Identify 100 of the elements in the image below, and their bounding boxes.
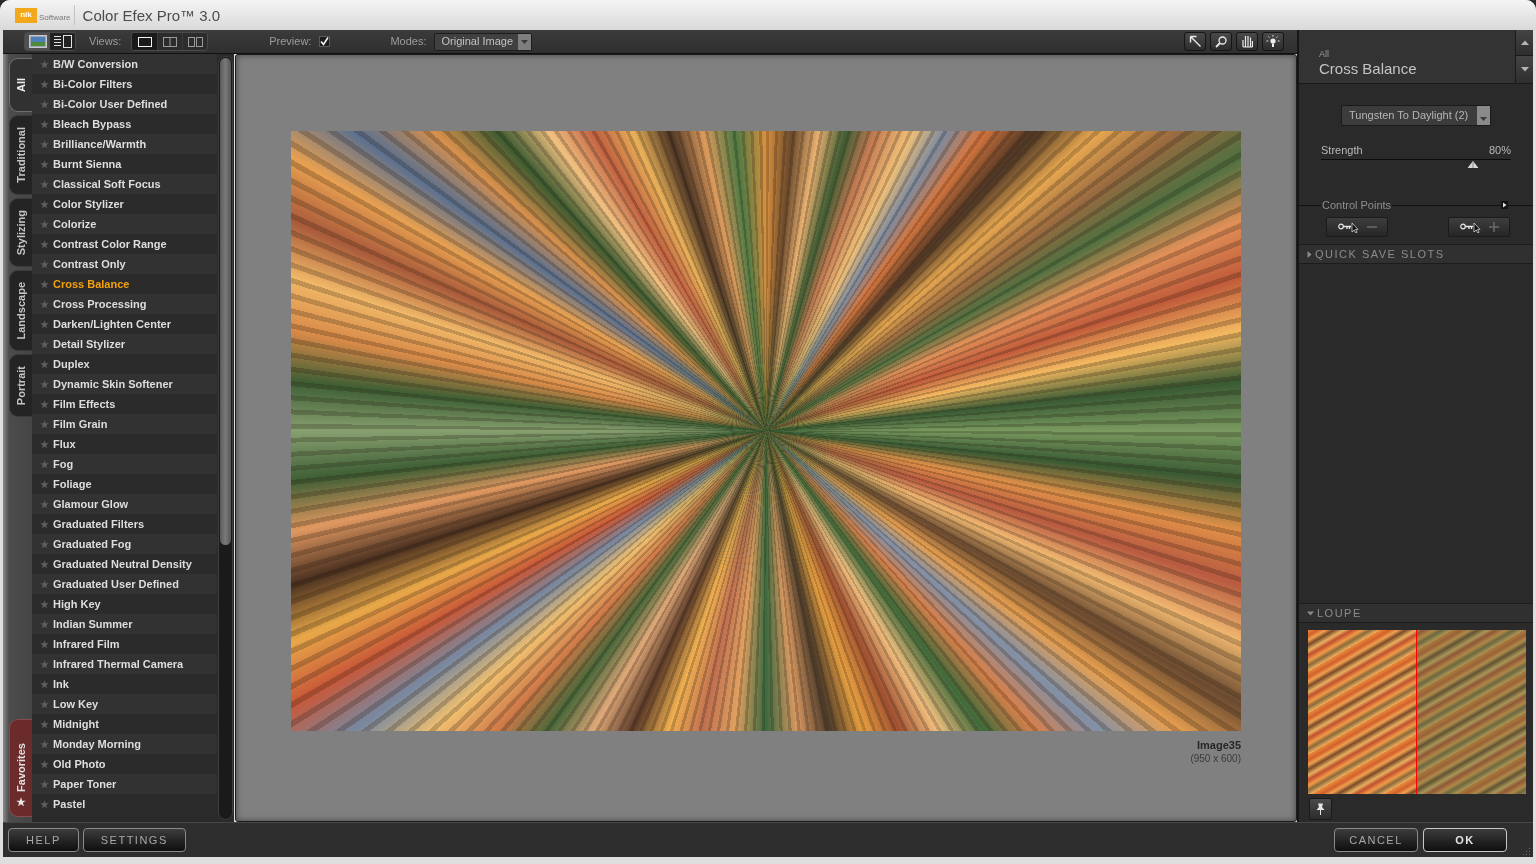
filter-list-item[interactable]: Detail Stylizer [32,334,217,354]
filter-list-item[interactable]: Glamour Glow [32,494,217,514]
logo-subtitle: Software [39,13,71,22]
side-by-side-view-button[interactable] [182,33,208,50]
filter-list-item[interactable]: Indian Summer [32,614,217,634]
star-icon [40,159,49,169]
footer-button[interactable]: CANCEL [1334,828,1418,852]
scrollbar-thumb[interactable] [220,58,231,545]
star-icon [40,599,49,609]
filter-list-item[interactable]: Cross Processing [32,294,217,314]
light-tool-button[interactable] [1262,32,1284,51]
slider-label: Strength [1321,144,1363,157]
scroll-up-button[interactable] [1516,30,1533,56]
light-bulb-icon [1266,35,1280,48]
filter-list-item[interactable]: Paper Toner [32,774,217,794]
pin-button[interactable] [1309,798,1332,820]
hand-tool-button[interactable] [1236,32,1258,51]
star-icon [40,379,49,389]
category-tab[interactable]: Landscape [9,269,32,352]
footer-button[interactable]: OK [1423,828,1507,852]
section-header[interactable]: QUICK SAVE SLOTS [1299,244,1533,264]
filter-list-item[interactable]: Contrast Only [32,254,217,274]
star-icon [40,299,49,309]
filter-list-item[interactable]: Bi-Color User Defined [32,94,217,114]
preview-label: Preview: [269,34,312,50]
category-tab[interactable]: Portrait [9,354,32,418]
zoom-tool-button[interactable] [1210,32,1232,51]
favorites-tab[interactable]: Favorites [9,719,32,817]
filter-list-item[interactable]: Colorize [32,214,217,234]
preview-checkbox[interactable] [319,36,331,47]
split-view-button[interactable] [157,33,183,50]
pointer-tool-button[interactable] [1184,32,1206,51]
filter-list-item[interactable]: Low Key [32,694,217,714]
window-title: Color Efex Pro™ 3.0 [82,7,221,23]
filter-category: All [1319,50,1330,59]
key-cursor-icon [1337,221,1360,233]
footer-button[interactable]: HELP [8,828,79,852]
footer-button[interactable]: SETTINGS [82,828,186,852]
remove-control-point-button[interactable] [1326,217,1388,237]
category-tab[interactable]: Traditional [9,115,32,195]
caret-down-icon [1520,67,1529,72]
caret-up-icon [1520,40,1529,45]
expand-arrow-icon[interactable] [1501,201,1508,209]
modes-dropdown[interactable]: Original Image [434,32,533,51]
filter-list-item[interactable]: B/W Conversion [32,54,217,74]
category-tab[interactable]: Stylizing [9,197,32,267]
star-icon [40,759,49,769]
star-icon [40,799,49,809]
list-icon [53,35,72,48]
filter-list-item[interactable]: Infrared Thermal Camera [32,654,217,674]
filter-list-item[interactable]: Brilliance/Warmth [32,134,217,154]
views-label: Views: [89,34,122,50]
star-icon [40,439,49,449]
star-icon [40,99,49,109]
star-icon [40,559,49,569]
star-icon [40,179,49,189]
filter-list-item[interactable]: Film Grain [32,414,217,434]
scrollbar-track[interactable] [218,56,233,820]
thumbnail-view-button[interactable] [25,33,50,50]
filter-list-item[interactable]: Fog [32,454,217,474]
star-icon [40,539,49,549]
slider-thumb[interactable] [1467,161,1479,168]
star-icon [16,797,26,807]
star-icon [40,719,49,729]
star-icon [40,359,49,369]
list-view-button[interactable] [50,33,75,50]
star-icon [40,679,49,689]
checkmark-icon [320,37,330,46]
star-icon [40,119,49,129]
single-view-icon [137,36,152,47]
caret-down-icon [521,39,529,44]
filter-list-item[interactable]: Dynamic Skin Softener [32,374,217,394]
resize-grip-icon[interactable] [1521,846,1531,856]
star-icon [40,399,49,409]
modes-label: Modes: [390,34,427,50]
section-header[interactable]: LOUPE [1299,603,1533,623]
filter-list-item[interactable]: Graduated User Defined [32,574,217,594]
search-icon [1215,35,1227,48]
landscape-thumbnail-icon [28,35,47,48]
star-icon [40,459,49,469]
single-view-button[interactable] [132,33,158,50]
star-icon [40,659,49,669]
add-control-point-button[interactable] [1448,217,1510,237]
star-icon [40,199,49,209]
category-tab[interactable]: All [9,58,32,112]
star-icon [40,499,49,509]
star-icon [40,219,49,229]
split-view-icon [163,36,178,47]
filter-list-item[interactable]: Graduated Fog [32,534,217,554]
slider-track[interactable] [1321,159,1511,169]
arrow-pointer-icon [1188,35,1202,48]
filter-list-item[interactable]: Monday Morning [32,734,217,754]
scroll-down-button[interactable] [1516,56,1533,83]
filter-title: Cross Balance [1319,61,1418,76]
filter-list-item[interactable]: Classical Soft Focus [32,174,217,194]
star-icon [40,579,49,589]
preset-dropdown[interactable]: Tungsten To Daylight (2) [1341,105,1491,126]
star-icon [40,519,49,529]
pin-icon [1315,803,1326,815]
star-icon [40,419,49,429]
